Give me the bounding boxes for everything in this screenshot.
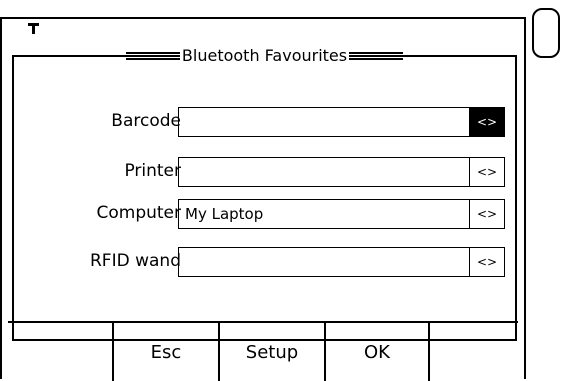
bluetooth-favourites-dialog: Bluetooth Favourites Barcode <> Printer … [12, 47, 519, 341]
rfid-wand-label: RFID wand [90, 251, 181, 271]
rfid-wand-field[interactable] [178, 247, 470, 277]
esc-button[interactable]: Esc [112, 323, 218, 381]
row-barcode: Barcode <> [14, 107, 519, 137]
row-rfid-wand: RFID wand <> [14, 247, 519, 277]
printer-select-button[interactable]: <> [469, 157, 505, 187]
barcode-select-button[interactable]: <> [469, 107, 505, 137]
row-computer: Computer My Laptop <> [14, 199, 519, 229]
softkey-5[interactable] [428, 323, 518, 381]
softkey-bar: Esc Setup OK [8, 321, 518, 381]
setup-button[interactable]: Setup [218, 323, 324, 381]
computer-label: Computer [96, 203, 181, 223]
printer-field[interactable] [178, 157, 470, 187]
bluetooth-icon [28, 20, 40, 34]
printer-label: Printer [124, 161, 181, 181]
ok-button[interactable]: OK [324, 323, 428, 381]
corner-hardware-button[interactable] [532, 8, 560, 58]
computer-select-button[interactable]: <> [469, 199, 505, 229]
computer-field[interactable]: My Laptop [178, 199, 470, 229]
barcode-label: Barcode [111, 111, 181, 131]
title-rule-right [349, 52, 404, 60]
row-printer: Printer <> [14, 157, 519, 187]
dialog-title-bar: Bluetooth Favourites [16, 47, 513, 65]
rfid-wand-select-button[interactable]: <> [469, 247, 505, 277]
softkey-1[interactable] [8, 323, 112, 381]
barcode-field[interactable] [178, 107, 470, 137]
dialog-title: Bluetooth Favourites [179, 46, 350, 65]
title-rule-left [126, 52, 180, 60]
